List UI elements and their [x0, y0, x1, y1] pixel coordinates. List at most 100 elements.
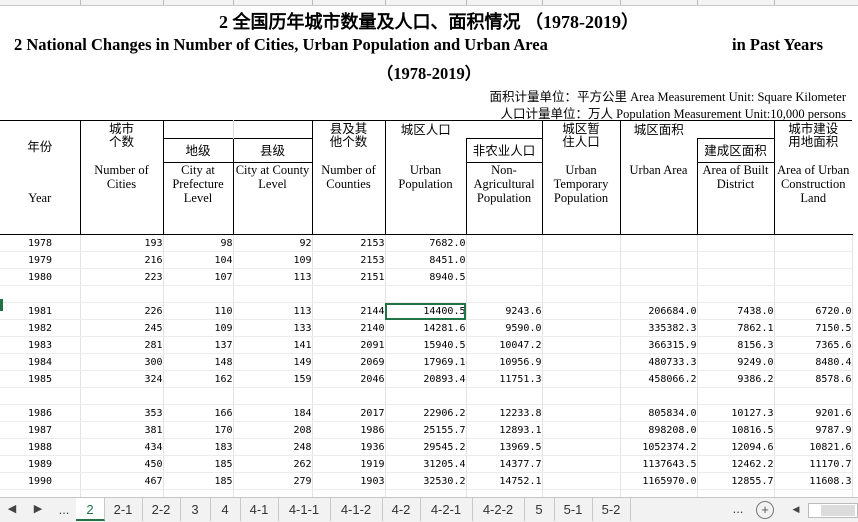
sheet-tab[interactable]: 4-1-1 [278, 498, 331, 521]
data-cell[interactable]: 32530.2 [385, 472, 467, 490]
data-cell[interactable]: 8578.6 [774, 370, 853, 388]
sheet-tab[interactable]: 2-2 [142, 498, 181, 521]
data-cell[interactable]: 10047.2 [466, 336, 543, 354]
data-cell[interactable]: 141 [233, 336, 313, 354]
data-cell[interactable]: 8156.3 [697, 336, 775, 354]
data-cell[interactable] [385, 285, 467, 303]
data-cell[interactable]: 7682.0 [385, 234, 467, 252]
data-cell[interactable]: 2151 [312, 268, 386, 286]
data-cell[interactable] [542, 251, 621, 269]
data-cell[interactable]: 381 [80, 421, 164, 439]
data-cell[interactable]: 9386.2 [697, 370, 775, 388]
data-cell[interactable]: 12893.1 [466, 421, 543, 439]
table-row[interactable]: 1990 467 185 279 1903 32530.2 14752.1 1165970.0… [0, 472, 853, 490]
data-cell[interactable]: 13969.5 [466, 438, 543, 456]
year-cell[interactable]: 1984 [0, 353, 81, 371]
data-cell[interactable]: 1936 [312, 438, 386, 456]
data-cell[interactable] [620, 387, 698, 405]
data-cell[interactable]: 14752.1 [466, 472, 543, 490]
data-cell[interactable]: 9590.0 [466, 319, 543, 337]
data-cell[interactable]: 14281.6 [385, 319, 467, 337]
data-cell[interactable]: 1137643.5 [620, 455, 698, 473]
table-row[interactable]: 1982 245 109 133 2140 14281.6 9590.0 335382.3 78… [0, 319, 853, 337]
data-cell[interactable]: 206684.0 [620, 302, 698, 320]
data-cell[interactable]: 185 [163, 455, 234, 473]
table-row[interactable]: 1984 300 148 149 2069 17969.1 10956.9 480733.3 9… [0, 353, 853, 371]
data-cell[interactable]: 12094.6 [697, 438, 775, 456]
data-cell[interactable] [542, 353, 621, 371]
add-sheet-plus-icon[interactable]: + [756, 501, 774, 519]
data-cell[interactable] [774, 234, 853, 252]
spacer-row[interactable] [0, 285, 853, 303]
data-cell[interactable] [542, 455, 621, 473]
year-cell[interactable]: 1987 [0, 421, 81, 439]
data-cell[interactable] [620, 234, 698, 252]
data-cell[interactable] [466, 387, 543, 405]
data-cell[interactable]: 9787.9 [774, 421, 853, 439]
data-cell[interactable]: 133 [233, 319, 313, 337]
scroll-left-arrow-icon[interactable]: ◀ [788, 504, 804, 515]
year-cell[interactable]: 1988 [0, 438, 81, 456]
spreadsheet-grid[interactable]: 2 全国历年城市数量及人口、面积情况 （1978-2019） 2 Nationa… [0, 0, 858, 497]
data-cell[interactable] [233, 387, 313, 405]
data-cell[interactable] [774, 489, 853, 497]
data-cell[interactable]: 14377.7 [466, 455, 543, 473]
data-cell[interactable] [697, 285, 775, 303]
data-cell[interactable]: 2153 [312, 251, 386, 269]
data-cell[interactable] [542, 421, 621, 439]
data-cell[interactable] [312, 285, 386, 303]
data-cell[interactable]: 185 [163, 472, 234, 490]
year-cell[interactable]: 1981 [0, 302, 81, 320]
year-cell[interactable] [0, 387, 81, 405]
data-cell[interactable]: 162 [163, 370, 234, 388]
data-cell[interactable]: 10127.3 [697, 404, 775, 422]
data-cell[interactable]: 1986 [312, 421, 386, 439]
data-cell[interactable]: 25155.7 [385, 421, 467, 439]
data-cell[interactable]: 2046 [312, 370, 386, 388]
data-cell[interactable]: 107 [163, 268, 234, 286]
column-header-strip[interactable] [0, 0, 858, 6]
data-cell[interactable]: 183 [163, 438, 234, 456]
data-cell[interactable]: 15940.5 [385, 336, 467, 354]
data-cell[interactable]: 2144 [312, 302, 386, 320]
sheet-tab[interactable]: 4-2-1 [420, 498, 473, 521]
data-cell[interactable]: 450 [80, 455, 164, 473]
data-cell[interactable]: 92 [233, 234, 313, 252]
data-cell[interactable] [774, 251, 853, 269]
data-cell[interactable]: 10956.9 [466, 353, 543, 371]
data-cell[interactable]: 300 [80, 353, 164, 371]
data-cell[interactable] [542, 387, 621, 405]
sheet-tab[interactable]: 4-1-2 [330, 498, 383, 521]
data-cell[interactable]: 1052374.2 [620, 438, 698, 456]
data-cell[interactable]: 281 [80, 336, 164, 354]
data-cell[interactable] [542, 234, 621, 252]
year-cell[interactable]: 1980 [0, 268, 81, 286]
table-row[interactable]: 1988 434 183 248 1936 29545.2 13969.5 1052374.2… [0, 438, 853, 456]
data-cell[interactable]: 113 [233, 302, 313, 320]
data-cell[interactable]: 193 [80, 234, 164, 252]
data-cell[interactable] [542, 489, 621, 497]
data-cell[interactable]: 467 [80, 472, 164, 490]
data-cell[interactable]: 9249.0 [697, 353, 775, 371]
data-cell[interactable]: 7438.0 [697, 302, 775, 320]
data-cell[interactable]: 22906.2 [385, 404, 467, 422]
data-cell[interactable]: 20893.4 [385, 370, 467, 388]
year-cell[interactable] [0, 489, 81, 497]
data-cell[interactable]: 216 [80, 251, 164, 269]
data-cell[interactable]: 2153 [312, 234, 386, 252]
data-cell[interactable] [542, 285, 621, 303]
horizontal-scrollbar[interactable] [808, 503, 858, 518]
data-cell[interactable]: 11751.3 [466, 370, 543, 388]
sheet-tab[interactable]: 3 [180, 498, 211, 521]
data-cell[interactable] [697, 234, 775, 252]
next-sheet-arrow-icon[interactable]: ▶ [30, 502, 46, 515]
data-cell[interactable] [233, 285, 313, 303]
data-cell[interactable]: 434 [80, 438, 164, 456]
data-cell[interactable] [620, 285, 698, 303]
data-cell[interactable] [697, 489, 775, 497]
data-cell[interactable] [233, 489, 313, 497]
data-cell[interactable] [80, 387, 164, 405]
data-cell[interactable] [80, 285, 164, 303]
data-cell[interactable]: 170 [163, 421, 234, 439]
data-cell[interactable]: 29545.2 [385, 438, 467, 456]
